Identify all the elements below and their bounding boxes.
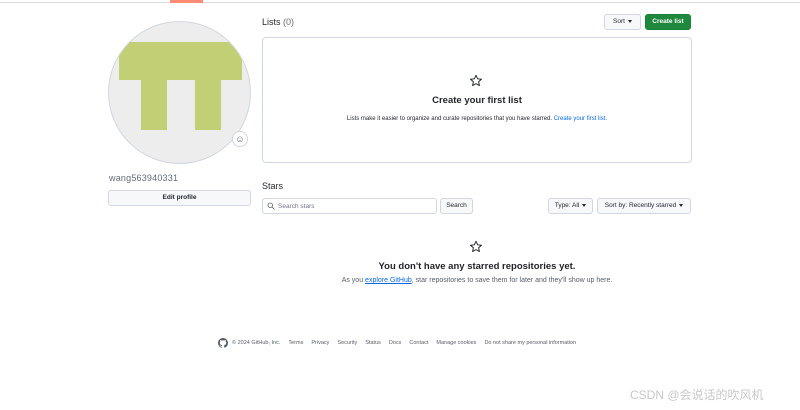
footer-link-docs[interactable]: Docs [389, 340, 402, 346]
sort-label: Sort [613, 18, 625, 25]
chevron-down-icon [679, 203, 684, 207]
type-filter-label: Type: All [554, 202, 580, 209]
edit-profile-button[interactable]: Edit profile [108, 190, 251, 206]
explore-github-link[interactable]: explore GitHub [365, 277, 412, 284]
lists-empty-description: Lists make it easier to organize and cur… [262, 116, 692, 122]
smiley-icon[interactable]: ☺ [232, 131, 248, 147]
lists-heading: Lists (0) [262, 17, 294, 27]
footer-link-security[interactable]: Security [337, 340, 357, 346]
sort-by-dropdown[interactable]: Sort by: Recently starred [597, 198, 691, 214]
star-icon [470, 240, 482, 253]
footer-link-privacy[interactable]: Privacy [311, 340, 329, 346]
avatar-pattern-left [141, 78, 167, 130]
search-stars-input[interactable] [262, 198, 437, 214]
chevron-down-icon [582, 203, 587, 207]
lists-title: Lists [262, 17, 281, 27]
github-logo-icon[interactable] [218, 338, 228, 348]
active-tab-underline [170, 0, 203, 3]
footer-copyright: © 2024 GitHub, Inc. [232, 340, 281, 346]
footer: © 2024 GitHub, Inc. Terms Privacy Securi… [218, 337, 584, 349]
footer-link-contact[interactable]: Contact [409, 340, 428, 346]
lists-empty-text: Lists make it easier to organize and cur… [346, 116, 553, 122]
sort-by-label: Sort by: Recently starred [604, 202, 677, 209]
avatar[interactable] [108, 21, 251, 164]
create-list-button[interactable]: Create list [645, 14, 691, 30]
footer-link-status[interactable]: Status [365, 340, 381, 346]
avatar-pattern-right [195, 78, 221, 130]
stars-heading: Stars [262, 181, 284, 191]
footer-link-terms[interactable]: Terms [288, 340, 303, 346]
stars-empty-suffix: , star repositories to save them for lat… [411, 277, 613, 284]
lists-count: (0) [283, 17, 295, 27]
top-nav-border [0, 0, 800, 3]
sort-button[interactable]: Sort [604, 14, 641, 30]
stars-empty-title: You don't have any starred repositories … [378, 261, 576, 272]
stars-empty-prefix: As you [341, 277, 364, 284]
search-icon [267, 202, 275, 210]
footer-link-manage-cookies[interactable]: Manage cookies [436, 340, 476, 346]
watermark: CSDN @会说话的吹风机 [630, 388, 764, 402]
create-first-list-link[interactable]: Create your first list. [554, 116, 607, 122]
search-button[interactable]: Search [440, 198, 473, 214]
footer-link-do-not-share[interactable]: Do not share my personal information [484, 340, 576, 346]
avatar-pattern [119, 42, 242, 80]
stars-empty-description: As you explore GitHub, star repositories… [262, 277, 692, 284]
username: wang563940331 [109, 173, 179, 183]
star-icon [470, 74, 482, 87]
type-filter-dropdown[interactable]: Type: All [548, 198, 593, 214]
chevron-down-icon [627, 19, 632, 23]
lists-empty-title: Create your first list [432, 95, 522, 106]
